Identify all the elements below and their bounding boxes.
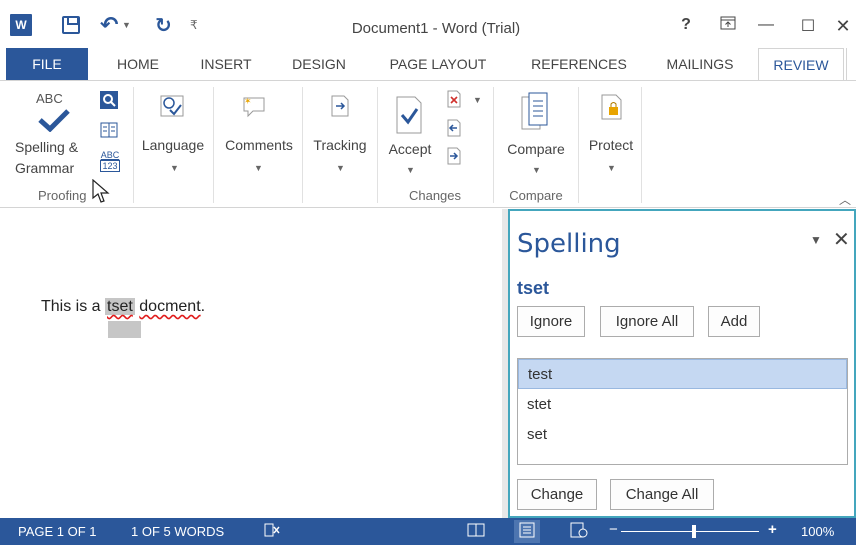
group-separator [213,87,214,203]
collapse-ribbon-icon[interactable]: ︿ [839,191,851,208]
group-separator [641,87,642,203]
tracking-button[interactable]: Tracking [305,135,375,156]
pane-options-icon[interactable]: ▼ [810,233,822,247]
zoom-out-button[interactable]: − [609,521,618,538]
list-item[interactable]: test [518,359,847,389]
misspelled-word[interactable]: docment [139,298,200,315]
zoom-slider-track[interactable] [621,531,759,532]
word-count[interactable]: 1 OF 5 WORDS [131,524,224,539]
next-change-icon[interactable] [445,147,463,165]
word-count-123: 123 [100,160,120,172]
language-icon [158,93,186,119]
add-button[interactable]: Add [708,306,760,337]
window-title-text: Document1 - Word (Trial) [351,20,521,37]
list-item[interactable]: stet [518,390,847,420]
proofing-status-icon[interactable] [263,522,281,541]
accept-button[interactable]: Accept [381,139,439,160]
web-layout-icon[interactable] [570,522,588,541]
tab-overflow[interactable] [846,48,856,80]
svg-text:✶: ✶ [244,96,252,106]
maximize-button[interactable]: ☐ [796,16,820,36]
comment-icon: ✶ [240,93,268,119]
print-layout-icon[interactable] [519,522,535,541]
text-after: . [200,298,206,315]
title-bar: W ↶ ▼ ↻ ₹ Document1 - Word (Trial) ? — ☐… [0,0,856,48]
tab-page-layout[interactable]: PAGE LAYOUT [383,48,493,80]
help-button[interactable]: ? [674,16,698,34]
changes-group-label: Changes [408,188,462,203]
pane-title: Spelling [517,229,621,259]
zoom-level[interactable]: 100% [801,524,834,539]
zoom-in-button[interactable]: + [768,521,777,538]
protect-caret-icon: ▼ [607,163,616,173]
reject-icon[interactable] [445,90,463,108]
protect-icon [598,93,626,121]
spelling-grammar-button[interactable]: Spelling & Grammar [15,137,95,179]
word-count-icon[interactable]: ABC 123 [99,149,121,173]
reject-caret-icon: ▼ [473,95,482,105]
close-button[interactable]: ✕ [831,16,855,37]
tab-mailings[interactable]: MAILINGS [660,48,740,80]
ignore-button[interactable]: Ignore [517,306,585,337]
comments-button[interactable]: Comments [217,135,301,156]
tab-design[interactable]: DESIGN [287,48,351,80]
group-separator [493,87,494,203]
language-caret-icon: ▼ [170,163,179,173]
selection-highlight [108,321,141,338]
group-separator [302,87,303,203]
text-before: This is a [41,298,106,315]
tab-references[interactable]: REFERENCES [527,48,631,80]
compare-icon [520,91,550,131]
suggestions-list[interactable]: test stet set [517,358,848,465]
tab-review[interactable]: REVIEW [758,48,844,81]
tab-home[interactable]: HOME [110,48,166,80]
group-separator [377,87,378,203]
pane-close-icon[interactable]: ✕ [833,227,850,252]
ribbon-display-icon [720,16,736,30]
misspelled-word-label: tset [517,278,550,298]
group-separator [133,87,134,203]
list-item[interactable]: set [518,420,847,450]
accept-caret-icon: ▼ [406,165,415,175]
accept-icon [393,95,425,135]
spelling-pane: Spelling ▼ ✕ tset Ignore Ignore All Add … [508,209,856,518]
define-icon[interactable] [100,91,118,109]
comments-caret-icon: ▼ [254,163,263,173]
change-button[interactable]: Change [517,479,597,510]
thesaurus-icon[interactable] [100,121,118,139]
minimize-button[interactable]: — [754,16,778,34]
compare-button[interactable]: Compare [498,139,574,160]
spelling-grammar-line2: Grammar [15,160,75,176]
spelling-grammar-line1: Spelling & [15,139,79,155]
tracking-caret-icon: ▼ [336,163,345,173]
read-mode-icon[interactable] [467,522,485,541]
spelling-check-icon [34,108,74,132]
abc-label: ABC [36,91,63,106]
protect-button[interactable]: Protect [579,135,643,156]
ribbon-tabs: FILE HOME INSERT DESIGN PAGE LAYOUT REFE… [0,48,856,81]
ribbon: ABC Spelling & Grammar ABC 123 Proofing … [0,80,856,208]
misspelled-word-highlighted[interactable]: tset [105,298,135,315]
document-text[interactable]: This is a tset docment. [41,298,205,316]
ribbon-display-options-button[interactable] [716,16,740,35]
status-bar: PAGE 1 OF 1 1 OF 5 WORDS − + 100% [0,518,856,545]
mouse-cursor-icon [90,179,112,205]
language-button[interactable]: Language [137,135,209,156]
previous-change-icon[interactable] [445,119,463,137]
tab-insert[interactable]: INSERT [196,48,256,80]
page-count[interactable]: PAGE 1 OF 1 [18,524,97,539]
change-all-button[interactable]: Change All [610,479,714,510]
ignore-all-button[interactable]: Ignore All [600,306,694,337]
compare-caret-icon: ▼ [532,165,541,175]
zoom-slider-thumb[interactable] [692,525,696,538]
tracking-icon [326,93,354,119]
tab-file[interactable]: FILE [6,48,88,80]
word-count-abc: ABC [100,150,120,160]
document-canvas[interactable]: This is a tset docment. [0,209,506,518]
compare-group-label: Compare [509,188,563,203]
